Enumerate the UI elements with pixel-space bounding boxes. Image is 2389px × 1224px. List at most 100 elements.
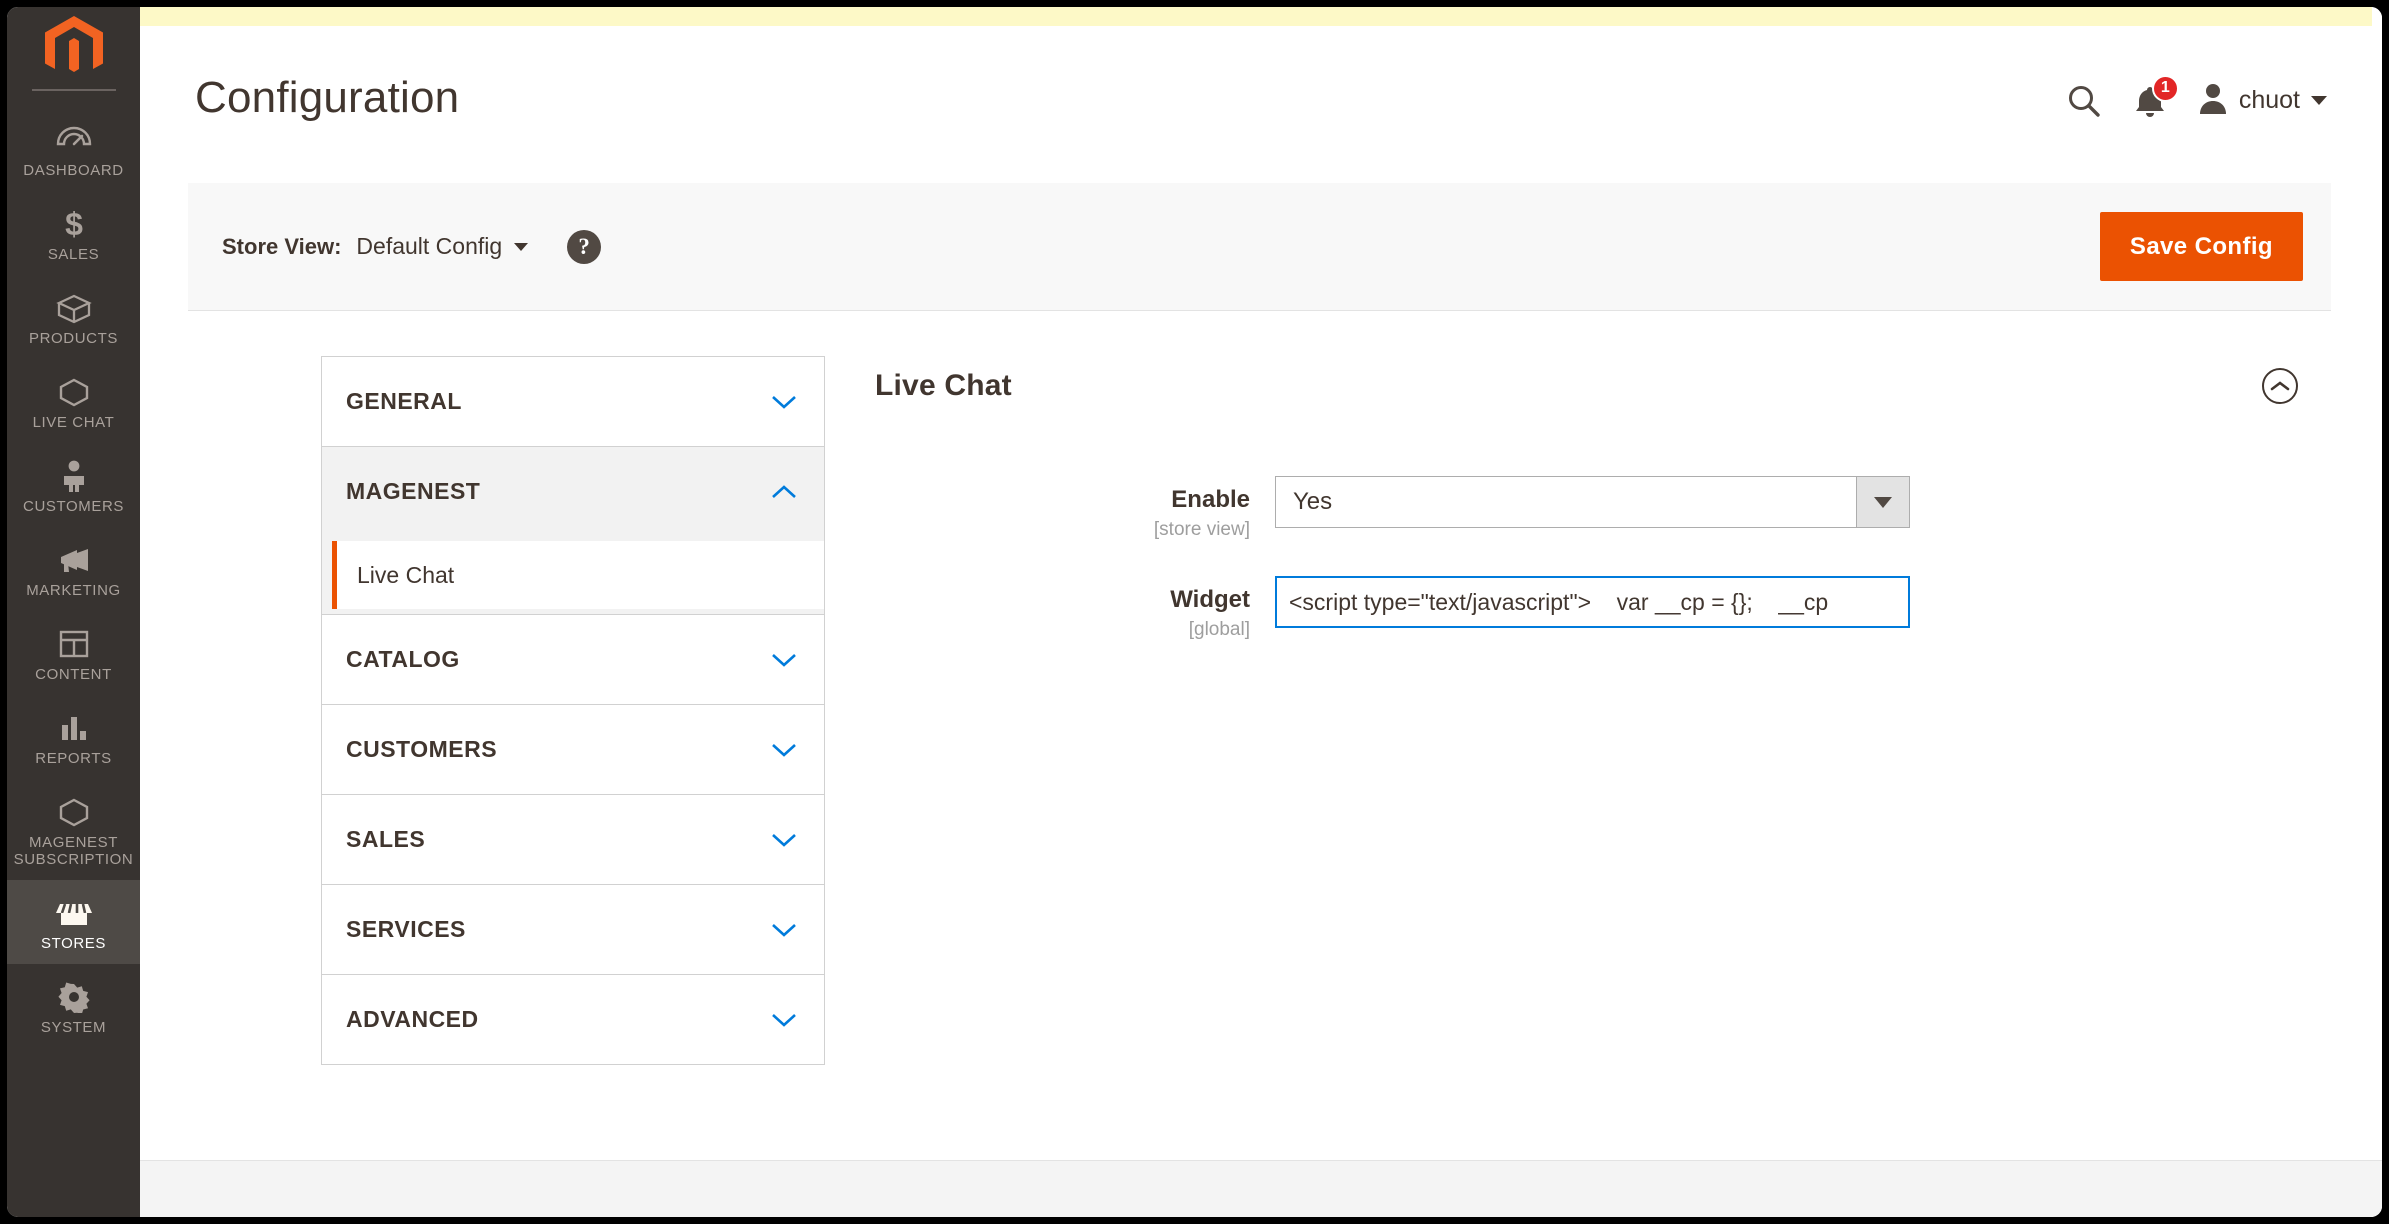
- config-section-advanced[interactable]: ADVANCED: [322, 975, 824, 1064]
- configuration-content: Live Chat Enable [store view] Yes Widget…: [875, 356, 2334, 676]
- config-section-customers[interactable]: CUSTOMERS: [322, 705, 824, 795]
- store-view-select[interactable]: Default Config: [356, 233, 529, 260]
- config-section-header[interactable]: SALES: [322, 795, 824, 884]
- config-section-sales[interactable]: SALES: [322, 795, 824, 885]
- sidebar-item-system[interactable]: SYSTEM: [7, 964, 140, 1048]
- config-section-general[interactable]: GENERAL: [322, 357, 824, 447]
- dashboard-icon: [11, 121, 136, 159]
- config-section-services[interactable]: SERVICES: [322, 885, 824, 975]
- content-layout-icon: [11, 625, 136, 663]
- user-menu[interactable]: chuot: [2198, 82, 2327, 119]
- enable-select-value: Yes: [1293, 488, 1333, 515]
- config-section-catalog[interactable]: CATALOG: [322, 615, 824, 705]
- config-subitem-label: Live Chat: [357, 561, 455, 588]
- system-gear-icon: [11, 978, 136, 1016]
- config-section-title: MAGENEST: [346, 478, 481, 504]
- sidebar-label: STORES: [40, 935, 106, 952]
- products-box-icon: [11, 289, 136, 327]
- config-section-title: GENERAL: [346, 388, 462, 414]
- question-mark-icon[interactable]: ?: [567, 229, 602, 264]
- config-section-magenest[interactable]: MAGENEST Live Chat: [322, 447, 824, 615]
- sidebar-label: SALES: [47, 246, 100, 263]
- store-view-value: Default Config: [356, 233, 503, 259]
- select-arrow-button[interactable]: [1856, 477, 1909, 527]
- sidebar-item-content[interactable]: CONTENT: [7, 611, 140, 695]
- user-name-label: chuot: [2238, 86, 2300, 114]
- page-footer: [140, 1160, 2382, 1217]
- chevron-down-icon: [772, 743, 796, 757]
- chevron-up-circle-icon[interactable]: [2262, 368, 2298, 404]
- chevron-down-icon: [772, 395, 796, 409]
- page-header: Configuration 1 chuot: [140, 26, 2382, 148]
- store-switcher-group: Store View: Default Config ?: [222, 183, 602, 310]
- sidebar-label: MARKETING: [26, 582, 121, 599]
- field-label-col: Widget [global]: [875, 576, 1275, 641]
- sidebar-item-sales[interactable]: $ SALES: [7, 191, 140, 275]
- store-view-label: Store View:: [222, 233, 342, 259]
- sales-dollar-icon: $: [11, 205, 136, 243]
- config-subitem-list: Live Chat: [322, 536, 824, 614]
- config-subitem-live-chat[interactable]: Live Chat: [332, 541, 824, 609]
- chevron-down-icon: [772, 923, 796, 937]
- magento-logo[interactable]: [7, 7, 140, 89]
- sidebar-label: CUSTOMERS: [23, 498, 124, 515]
- live-chat-hexagon-icon: [11, 373, 136, 411]
- sidebar-item-magenest-subscription[interactable]: MAGENEST SUBSCRIPTION: [7, 779, 140, 880]
- reports-bar-chart-icon: [11, 709, 136, 747]
- sidebar-item-dashboard[interactable]: DASHBOARD: [7, 107, 140, 191]
- config-section-header[interactable]: GENERAL: [322, 357, 824, 446]
- notification-count-badge: 1: [2151, 74, 2179, 102]
- browser-frame: DASHBOARD $ SALES PRODUCTS LIVE CHAT CUS…: [0, 0, 2389, 1224]
- save-config-button[interactable]: Save Config: [2099, 212, 2303, 281]
- sidebar-item-live-chat[interactable]: LIVE CHAT: [7, 359, 140, 443]
- sidebar-item-reports[interactable]: REPORTS: [7, 695, 140, 779]
- sidebar-label: PRODUCTS: [29, 330, 118, 347]
- config-section-title: ADVANCED: [346, 1006, 479, 1032]
- config-section-header[interactable]: SERVICES: [322, 885, 824, 974]
- sidebar-item-customers[interactable]: CUSTOMERS: [7, 443, 140, 527]
- chevron-down-icon: [1874, 496, 1892, 508]
- sidebar-label: REPORTS: [35, 750, 112, 767]
- field-list: Enable [store view] Yes Widget [global]: [875, 476, 2334, 641]
- sidebar-item-products[interactable]: PRODUCTS: [7, 275, 140, 359]
- chevron-down-icon: [2311, 96, 2327, 105]
- field-row-widget: Widget [global]: [875, 576, 2334, 641]
- section-header: Live Chat: [875, 356, 2334, 416]
- config-section-title: SALES: [346, 826, 426, 852]
- config-section-title: CUSTOMERS: [346, 736, 498, 762]
- section-title: Live Chat: [875, 369, 1012, 402]
- chevron-down-icon: [514, 242, 529, 251]
- config-section-title: SERVICES: [346, 916, 466, 942]
- svg-text:$: $: [65, 207, 83, 241]
- magenest-hexagon-icon: [11, 793, 136, 831]
- sidebar-item-marketing[interactable]: MARKETING: [7, 527, 140, 611]
- header-actions: 1 chuot: [2066, 74, 2327, 119]
- page-title: Configuration: [195, 73, 460, 122]
- config-section-header[interactable]: MAGENEST: [322, 447, 824, 536]
- field-label-col: Enable [store view]: [875, 476, 1275, 541]
- field-scope: [store view]: [1153, 519, 1250, 540]
- field-label: Widget: [1170, 586, 1250, 613]
- notifications-bell-icon[interactable]: 1: [2134, 74, 2179, 118]
- field-scope: [global]: [1188, 619, 1250, 640]
- stores-storefront-icon: [11, 894, 136, 932]
- chevron-down-icon: [772, 653, 796, 667]
- page-body: Configuration 1 chuot Store View: Defaul…: [140, 7, 2382, 1217]
- search-icon[interactable]: [2066, 83, 2102, 119]
- sidebar-label: CONTENT: [35, 666, 112, 683]
- chevron-down-icon: [772, 833, 796, 847]
- admin-sidebar: DASHBOARD $ SALES PRODUCTS LIVE CHAT CUS…: [7, 7, 140, 1217]
- field-label: Enable: [1171, 486, 1250, 513]
- sidebar-label: SYSTEM: [40, 1019, 107, 1036]
- chevron-up-icon: [772, 484, 796, 498]
- config-section-header[interactable]: ADVANCED: [322, 975, 824, 1064]
- configuration-nav: GENERAL MAGENEST Live Chat CATALOG CUSTO…: [321, 356, 825, 1065]
- sidebar-label: MAGENEST SUBSCRIPTION: [13, 834, 134, 868]
- enable-select[interactable]: Yes: [1275, 476, 1910, 528]
- sidebar-item-stores[interactable]: STORES: [7, 880, 140, 964]
- config-section-header[interactable]: CATALOG: [322, 615, 824, 704]
- config-section-header[interactable]: CUSTOMERS: [322, 705, 824, 794]
- sidebar-label: LIVE CHAT: [32, 414, 115, 431]
- notice-banner: [140, 7, 2372, 26]
- widget-input[interactable]: [1275, 576, 1910, 628]
